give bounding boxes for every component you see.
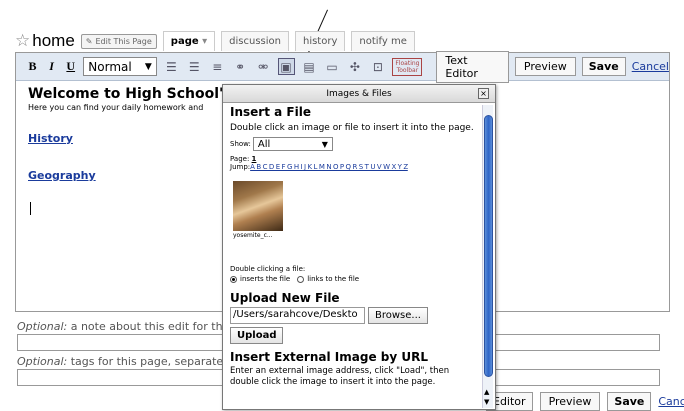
unordered-list-icon[interactable]: ☰ [186,58,203,75]
page-label: Page: [230,155,250,163]
double-click-label: Double clicking a file: [230,265,306,273]
unlink-icon[interactable]: ⚮ [255,58,272,75]
note-label-prefix: Optional: [17,320,68,333]
radio-links[interactable] [297,275,305,283]
insert-file-heading: Insert a File [230,105,311,119]
embed-icon[interactable]: ⊡ [369,58,386,75]
show-select[interactable]: All ▼ [252,137,333,151]
scrollbar-thumb[interactable] [484,115,493,377]
home-link[interactable]: ☆ home [15,31,75,51]
external-image-heading: Insert External Image by URL [230,350,428,364]
browse-button[interactable]: Browse... [368,307,428,324]
text-cursor [30,202,31,215]
tags-label: Optional: tags for this page, separated [17,355,230,368]
edit-page-label: Edit This Page [95,36,152,46]
note-label-text: a note about this edit for the [67,320,230,333]
save-button[interactable]: Save [581,57,626,76]
yosemite-image [233,181,283,231]
align-icon[interactable]: ≡ [209,58,226,75]
tab-discussion[interactable]: discussion [221,31,289,51]
floating-toolbar-button[interactable]: Floating Toolbar [392,57,423,76]
file-thumbnail[interactable]: yosemite_c... [233,181,283,239]
radio-inserts[interactable] [230,275,237,283]
radio-selected-dot [232,277,235,281]
radio-inserts-label: inserts the file [240,275,291,283]
radio-links-label: links to the file [307,275,360,283]
upload-heading: Upload New File [230,291,340,305]
scroll-up-icon[interactable]: ▲ [484,388,489,396]
scroll-down-icon[interactable]: ▼ [484,398,489,406]
dialog-body: Insert a File Double click an image or f… [230,104,480,388]
underline-button[interactable]: U [64,59,77,74]
dialog-scrollbar[interactable]: ▲ ▼ [482,105,493,408]
image-icon[interactable]: ▣ [277,58,295,75]
tab-notify-me[interactable]: notify me [351,31,415,51]
upload-button-row: Upload [230,327,480,344]
star-icon[interactable]: ☆ [15,31,30,51]
external-image-desc: Enter an external image address, click "… [230,366,450,387]
text-editor-button[interactable]: Text Editor [436,50,509,83]
bottom-cancel-link[interactable]: Cancel [658,395,684,408]
close-icon[interactable]: × [478,88,489,99]
bold-button[interactable]: B [26,59,39,74]
images-files-dialog: Images & Files × Insert a File Double cl… [222,84,496,410]
upload-button[interactable]: Upload [230,327,284,344]
chevron-down-icon: ▼ [321,139,328,149]
cancel-link[interactable]: Cancel [632,60,669,73]
edit-page-button[interactable]: ✎ Edit This Page [80,33,157,49]
note-label: Optional: a note about this edit for the [17,320,229,333]
widget-icon[interactable]: ✣ [346,58,363,75]
chevron-down-icon: ▼ [144,61,152,72]
link-icon[interactable]: ⚭ [232,58,249,75]
page-header: ☆ home ✎ Edit This Page page ▾ discussio… [15,27,670,55]
home-label: home [32,31,75,50]
tags-label-text: tags for this page, separated [67,355,231,368]
preview-button[interactable]: Preview [514,57,576,76]
bottom-preview-button[interactable]: Preview [539,392,601,411]
thumbnail-caption: yosemite_c... [233,232,273,239]
file-path-input[interactable]: /Users/sarahcove/Deskto [230,307,365,324]
jump-row: Jump:A B C D E F G H I J K L M N O P Q R… [230,163,480,171]
page-row: Page: 1 [230,155,480,163]
page-number-link[interactable]: 1 [252,155,257,163]
italic-button[interactable]: I [45,59,58,74]
tab-page[interactable]: page ▾ [162,31,216,51]
table-icon[interactable]: ▭ [324,58,341,75]
format-select[interactable]: Normal ▼ [83,57,157,76]
jump-label: Jump: [230,163,251,171]
upload-row: /Users/sarahcove/Deskto Browse... [230,307,480,324]
show-label: Show: [230,140,251,148]
bottom-save-button[interactable]: Save [607,392,652,411]
double-click-options: inserts the file links to the file [230,275,480,283]
tab-history[interactable]: history [294,31,346,51]
pencil-icon: ✎ [85,36,93,46]
show-select-value: All [257,138,271,150]
jump-letter-links[interactable]: A B C D E F G H I J K L M N O P Q R S T … [250,163,408,171]
dialog-titlebar[interactable]: Images & Files × [223,85,495,103]
file-icon[interactable]: ▤ [301,58,318,75]
tags-label-prefix: Optional: [17,355,68,368]
chevron-down-icon: ▾ [202,36,208,47]
show-row: Show: All ▼ [230,137,480,151]
dialog-title: Images & Files [326,88,392,99]
tab-page-label: page [170,36,199,47]
editor-toolbar: B I U Normal ▼ ☰ ☰ ≡ ⚭ ⚮ ▣ ▤ ▭ ✣ ⊡ Float… [16,50,669,83]
bottom-toolbar: Editor Preview Save Cancel [486,392,684,411]
insert-file-desc: Double click an image or file to insert … [230,123,474,133]
format-select-value: Normal [88,59,132,74]
ordered-list-icon[interactable]: ☰ [163,58,180,75]
